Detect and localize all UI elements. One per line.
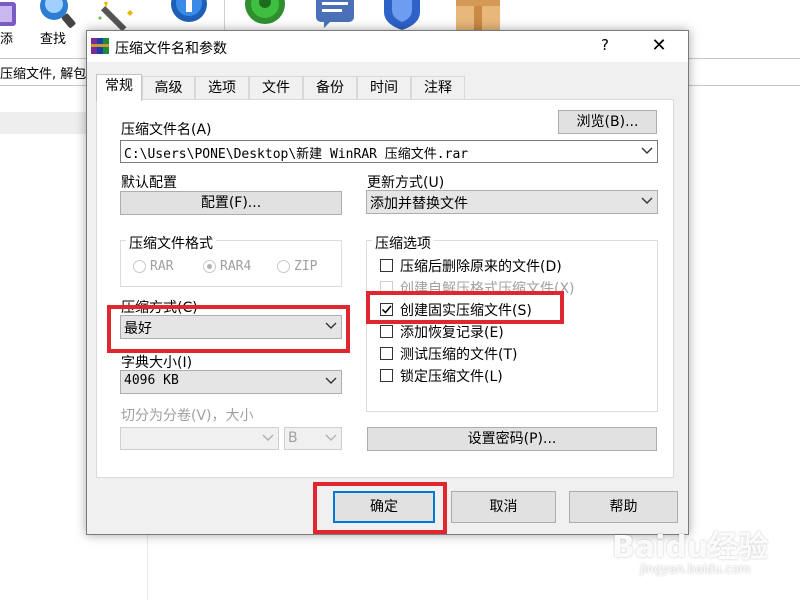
lock-archive-label[interactable]: 锁定压缩文件(L) [400, 366, 503, 386]
dict-size-label: 字典大小(I) [121, 355, 193, 371]
set-password-button[interactable]: 设置密码(P)... [367, 427, 657, 451]
help-button[interactable]: 帮助 [569, 491, 678, 523]
sfx-icon[interactable] [450, 0, 506, 30]
update-mode-value: 添加并替换文件 [370, 196, 468, 212]
toolbar-search-label[interactable]: 查找 [40, 28, 66, 47]
protect-icon[interactable] [380, 0, 424, 30]
chevron-down-icon [325, 377, 337, 384]
split-label: 切分为分卷(V)，大小 [121, 408, 254, 424]
tab-time[interactable]: 时间 [357, 76, 411, 100]
address-text: 压缩文件, 解包 [0, 67, 87, 82]
watermark-url: jingyan.baidu.com [640, 562, 751, 576]
default-profile-label: 默认配置 [121, 175, 177, 191]
toolbar-add-label[interactable]: 添 [0, 28, 13, 47]
search-icon[interactable] [34, 0, 78, 30]
split-unit-select[interactable]: B [284, 427, 342, 450]
virus-scan-icon[interactable] [240, 0, 290, 30]
test-files-checkbox[interactable] [380, 347, 393, 360]
tab-files[interactable]: 文件 [249, 76, 303, 100]
archive-name-value: C:\Users\PONE\Desktop\新建 WinRAR 压缩文件.rar [124, 147, 469, 162]
add-icon[interactable] [0, 0, 20, 30]
update-mode-select[interactable]: 添加并替换文件 [366, 190, 658, 214]
cancel-button[interactable]: 取消 [451, 491, 556, 523]
split-size-select[interactable] [120, 427, 279, 450]
highlight-solid-archive [366, 291, 564, 324]
chevron-down-icon [641, 197, 653, 204]
winrar-app-icon [91, 38, 109, 54]
delete-after-label[interactable]: 压缩后删除原来的文件(D) [400, 256, 562, 276]
chevron-down-icon [262, 434, 274, 441]
baidu-watermark: Baidu经验 [612, 530, 769, 565]
close-icon[interactable]: ✕ [647, 35, 671, 56]
archive-name-field[interactable]: C:\Users\PONE\Desktop\新建 WinRAR 压缩文件.rar [120, 140, 658, 163]
split-unit-value: B [288, 430, 298, 446]
tab-comment[interactable]: 注释 [411, 76, 465, 100]
recovery-record-label[interactable]: 添加恢复记录(E) [400, 322, 504, 342]
update-mode-label: 更新方式(U) [367, 175, 445, 191]
dialog-title: 压缩文件名和参数 [115, 41, 227, 57]
format-rar-radio[interactable] [133, 260, 146, 273]
chevron-down-icon [325, 434, 337, 441]
archive-name-label: 压缩文件名(A) [121, 122, 212, 138]
tab-backup[interactable]: 备份 [303, 76, 357, 100]
tab-advanced[interactable]: 高级 [142, 76, 195, 100]
comment-icon[interactable] [312, 0, 358, 30]
dict-size-value: 4096 KB [124, 373, 179, 388]
info-icon[interactable] [166, 0, 212, 30]
tab-options[interactable]: 选项 [195, 76, 249, 100]
format-zip-label: ZIP [294, 259, 318, 274]
format-rar4-label: RAR4 [220, 259, 252, 274]
lock-archive-checkbox[interactable] [380, 369, 393, 382]
archive-dialog: 压缩文件名和参数 ? ✕ 常规 高级 选项 文件 备份 时间 注释 压缩文件名(… [86, 30, 689, 535]
dialog-titlebar[interactable]: 压缩文件名和参数 ? ✕ [87, 31, 688, 62]
chevron-down-icon[interactable] [641, 146, 653, 155]
options-group-title: 压缩选项 [372, 233, 434, 253]
format-rar-label: RAR [150, 259, 174, 274]
delete-after-checkbox[interactable] [380, 259, 393, 272]
general-panel: 压缩文件名(A) 浏览(B)... C:\Users\PONE\Desktop\… [96, 99, 674, 478]
format-zip-radio[interactable] [277, 260, 290, 273]
highlight-method [107, 305, 350, 353]
test-files-label[interactable]: 测试压缩的文件(T) [400, 344, 517, 364]
profiles-button[interactable]: 配置(F)... [120, 191, 342, 215]
wizard-icon[interactable] [96, 0, 146, 32]
highlight-ok-button [313, 482, 447, 534]
dict-size-select[interactable]: 4096 KB [120, 370, 342, 394]
browse-button[interactable]: 浏览(B)... [558, 110, 657, 134]
format-rar4-radio[interactable] [203, 260, 216, 273]
recovery-record-checkbox[interactable] [380, 325, 393, 338]
archive-format-title: 压缩文件格式 [126, 233, 216, 253]
tab-general[interactable]: 常规 [96, 74, 142, 101]
help-icon[interactable]: ? [595, 36, 615, 54]
